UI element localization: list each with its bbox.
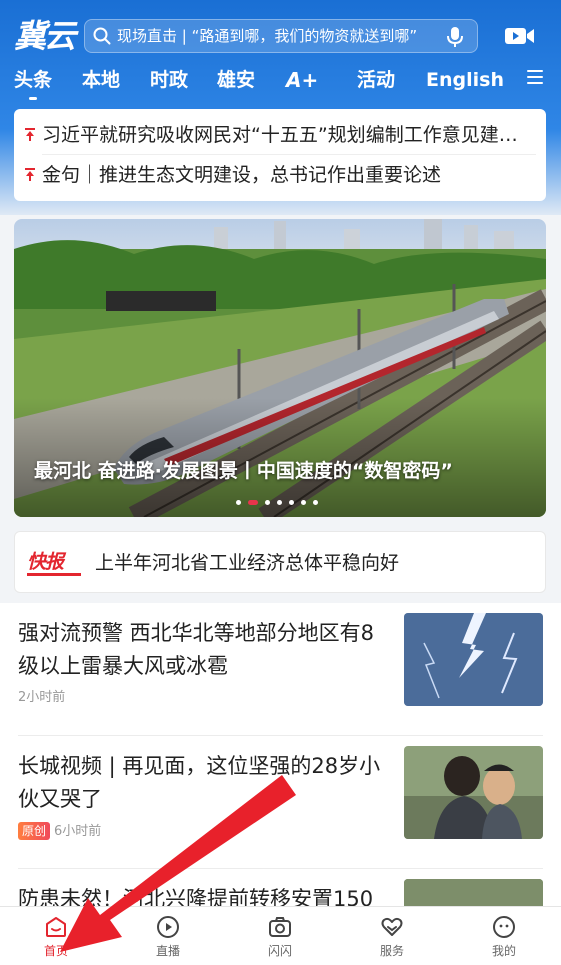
carousel-dot <box>277 500 282 505</box>
nav-live[interactable]: 直播 <box>112 907 224 965</box>
microphone-icon[interactable] <box>447 26 463 48</box>
news-time: 6小时前 <box>54 824 102 839</box>
carousel-dot <box>265 500 270 505</box>
tab-politics[interactable]: 时政 <box>150 64 188 96</box>
tab-english[interactable]: English <box>426 64 504 96</box>
carousel-dot <box>313 500 318 505</box>
news-thumbnail <box>404 746 543 839</box>
original-badge: 原创 <box>18 822 51 840</box>
banner-caption: 最河北 奋进路·发展图景丨中国速度的“数智密码” <box>34 460 453 482</box>
nav-shanshan-label: 闪闪 <box>267 944 292 958</box>
tab-xiongan[interactable]: 雄安 <box>217 64 255 96</box>
heart-hands-icon <box>381 917 403 936</box>
top-news-title: 金句｜推进生态文明建设，总书记作出重要论述 <box>42 164 442 186</box>
search-bar[interactable]: 现场直击 | “路通到哪，我们的物资就送到哪” <box>84 19 478 53</box>
news-meta: 2小时前 <box>18 689 65 707</box>
news-title: 强对流预警 西北华北等地部分地区有8级以上雷暴大风或冰雹 <box>18 621 375 678</box>
news-time: 2小时前 <box>18 690 66 705</box>
bottom-navigation: 首页 直播 闪闪 服务 我的 <box>0 906 561 965</box>
pin-icon <box>25 168 35 181</box>
menu-icon[interactable] <box>527 70 543 84</box>
news-item[interactable]: 强对流预警 西北华北等地部分地区有8级以上雷暴大风或冰雹 2小时前 <box>0 603 561 736</box>
pin-icon <box>25 128 35 141</box>
play-icon <box>157 916 179 938</box>
tab-a-plus[interactable]: A+ <box>286 64 318 96</box>
news-meta: 原创 6小时前 <box>18 822 101 841</box>
carousel-dot-active <box>248 500 258 505</box>
nav-services-label: 服务 <box>379 944 404 958</box>
nav-shanshan[interactable]: 闪闪 <box>224 907 336 965</box>
channel-tabs: 头条 本地 时政 雄安 A+ 活动 English <box>0 64 561 100</box>
top-news-item[interactable]: 金句｜推进生态文明建设，总书记作出重要论述 <box>24 153 536 197</box>
carousel-dot <box>301 500 306 505</box>
nav-mine-label: 我的 <box>491 944 516 958</box>
smile-icon <box>493 916 515 938</box>
tab-events[interactable]: 活动 <box>357 64 395 96</box>
video-camera-icon[interactable] <box>505 26 535 46</box>
app-logo[interactable]: 冀云 <box>14 14 76 58</box>
top-news-item[interactable]: 习近平就研究吸收网民对“十五五”规划编制工作意见建议作出重要指示 <box>24 113 536 157</box>
news-item[interactable]: 长城视频 | 再见面，这位坚强的28岁小伙又哭了 原创 6小时前 <box>0 736 561 869</box>
flash-text: 上半年河北省工业经济总体平稳向好 <box>95 552 400 574</box>
nav-mine[interactable]: 我的 <box>448 907 560 965</box>
search-icon <box>93 27 111 45</box>
flash-badge: 快报 <box>27 548 81 576</box>
news-title: 长城视频 | 再见面，这位坚强的28岁小伙又哭了 <box>18 754 381 811</box>
camera-icon <box>269 917 291 937</box>
nav-services[interactable]: 服务 <box>336 907 448 965</box>
nav-home[interactable]: 首页 <box>0 907 112 965</box>
carousel-dot <box>289 500 294 505</box>
top-news-card: 习近平就研究吸收网民对“十五五”规划编制工作意见建议作出重要指示 金句｜推进生态… <box>14 109 546 201</box>
tab-local[interactable]: 本地 <box>82 64 120 96</box>
home-icon <box>46 917 66 937</box>
carousel-dot <box>236 500 241 505</box>
tab-headlines[interactable]: 头条 <box>14 64 52 96</box>
top-news-title: 习近平就研究吸收网民对“十五五”规划编制工作意见建议作出重要指示 <box>42 124 532 146</box>
news-thumbnail <box>404 613 543 706</box>
nav-home-label: 首页 <box>43 944 68 958</box>
nav-live-label: 直播 <box>155 944 180 958</box>
banner-carousel[interactable]: 最河北 奋进路·发展图景丨中国速度的“数智密码” <box>14 219 546 517</box>
search-placeholder: 现场直击 | “路通到哪，我们的物资就送到哪” <box>117 27 418 45</box>
flash-news[interactable]: 快报 上半年河北省工业经济总体平稳向好 <box>14 531 546 593</box>
